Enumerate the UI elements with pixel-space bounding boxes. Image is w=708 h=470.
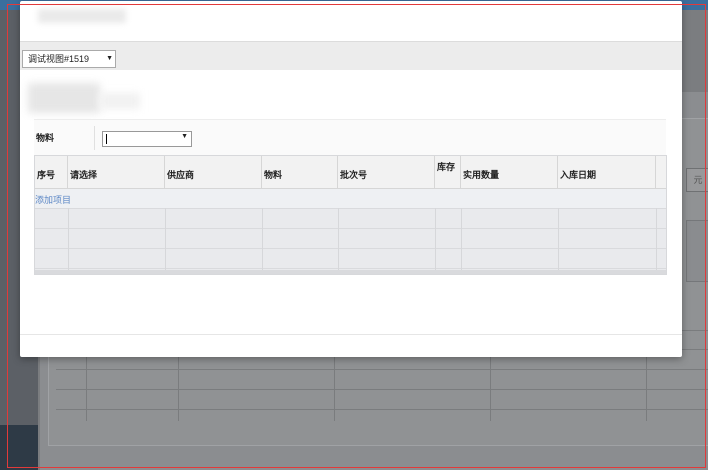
add-item-link[interactable]: 添加项目 [35, 193, 71, 206]
column-header-select[interactable]: 请选择 [68, 156, 165, 188]
column-header-batch: 批次号 [338, 156, 435, 188]
chevron-down-icon: ▼ [181, 133, 188, 140]
background-right-button: 元 [686, 168, 708, 192]
column-header-actual-qty: 实用数量 [461, 156, 558, 188]
column-header-seq: 序号 [35, 156, 68, 188]
column-divider [262, 208, 263, 274]
material-filter-row: 物料 ▼ [34, 119, 666, 156]
table-row [35, 249, 666, 269]
column-divider [435, 208, 436, 274]
add-row: 添加项目 [35, 189, 666, 209]
modal-footer-divider [20, 334, 682, 335]
column-header-stock: 库存 [435, 156, 461, 188]
column-header-inbound-date: 入库日期 [558, 156, 656, 188]
table-row [35, 229, 666, 249]
section-subtitle-redacted [100, 93, 140, 109]
table-scrollbar[interactable] [35, 270, 666, 274]
form-divider [94, 126, 95, 150]
material-select[interactable]: ▼ [102, 131, 192, 147]
column-header-material: 物料 [262, 156, 338, 188]
modal-toolbar: 调试视图#1519 ▼ [20, 41, 682, 70]
table-row [35, 209, 666, 229]
column-divider [461, 208, 462, 274]
items-table: 序号 请选择 供应商 物料 批次号 库存 实用数量 入库日期 添加项目 [34, 155, 667, 275]
table-header: 序号 请选择 供应商 物料 批次号 库存 实用数量 入库日期 [35, 156, 666, 189]
modal-dialog: 调试视图#1519 ▼ 物料 ▼ 序号 请选择 供应商 物料 批次号 库存 实用… [20, 1, 682, 357]
background-sidebar-footer [0, 425, 38, 470]
column-divider [656, 208, 657, 274]
text-cursor [106, 134, 107, 144]
column-header-supplier: 供应商 [165, 156, 262, 188]
column-divider [338, 208, 339, 274]
view-selector[interactable]: 调试视图#1519 ▼ [22, 50, 116, 68]
material-label: 物料 [36, 133, 55, 143]
background-right-panel [686, 220, 708, 282]
column-divider [165, 208, 166, 274]
column-divider [68, 208, 69, 274]
section-title-redacted [28, 83, 100, 113]
chevron-down-icon: ▼ [106, 55, 113, 62]
view-selector-value: 调试视图#1519 [28, 54, 90, 64]
column-divider [558, 208, 559, 274]
modal-title-redacted [38, 9, 126, 23]
